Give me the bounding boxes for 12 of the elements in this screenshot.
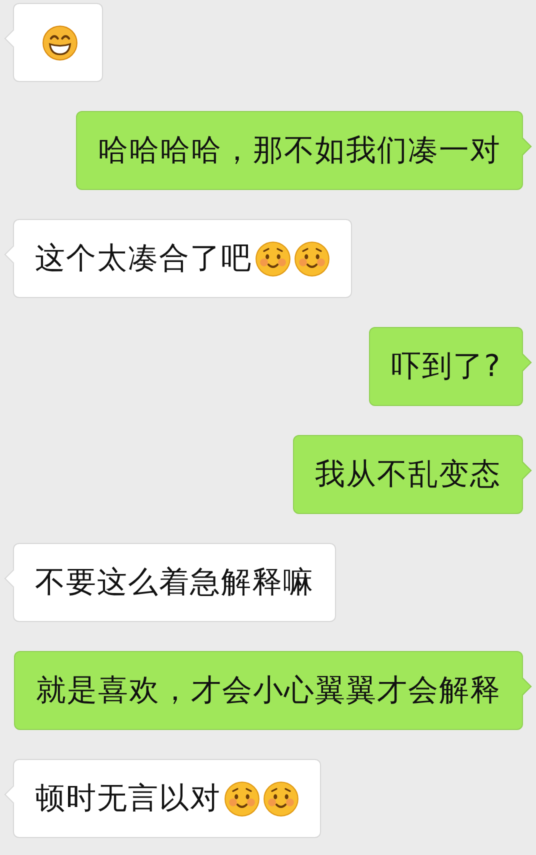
blushing-face-icon [263, 780, 299, 816]
blushing-face-icon [255, 240, 291, 276]
message-text: 吓到了? [391, 348, 501, 384]
blushing-face-icon [294, 240, 330, 276]
blushing-face-icon [224, 780, 260, 816]
message-text: 哈哈哈哈，那不如我们凑一对 [98, 132, 501, 168]
message-text: 就是喜欢，才会小心翼翼才会解释 [36, 672, 501, 708]
message-text: 顿时无言以对 [35, 780, 221, 816]
grinning-face-icon [42, 24, 78, 60]
message-text: 不要这么着急解释嘛 [35, 564, 314, 600]
message-text: 我从不乱变态 [315, 456, 501, 492]
message-text: 这个太凑合了吧 [35, 240, 252, 276]
